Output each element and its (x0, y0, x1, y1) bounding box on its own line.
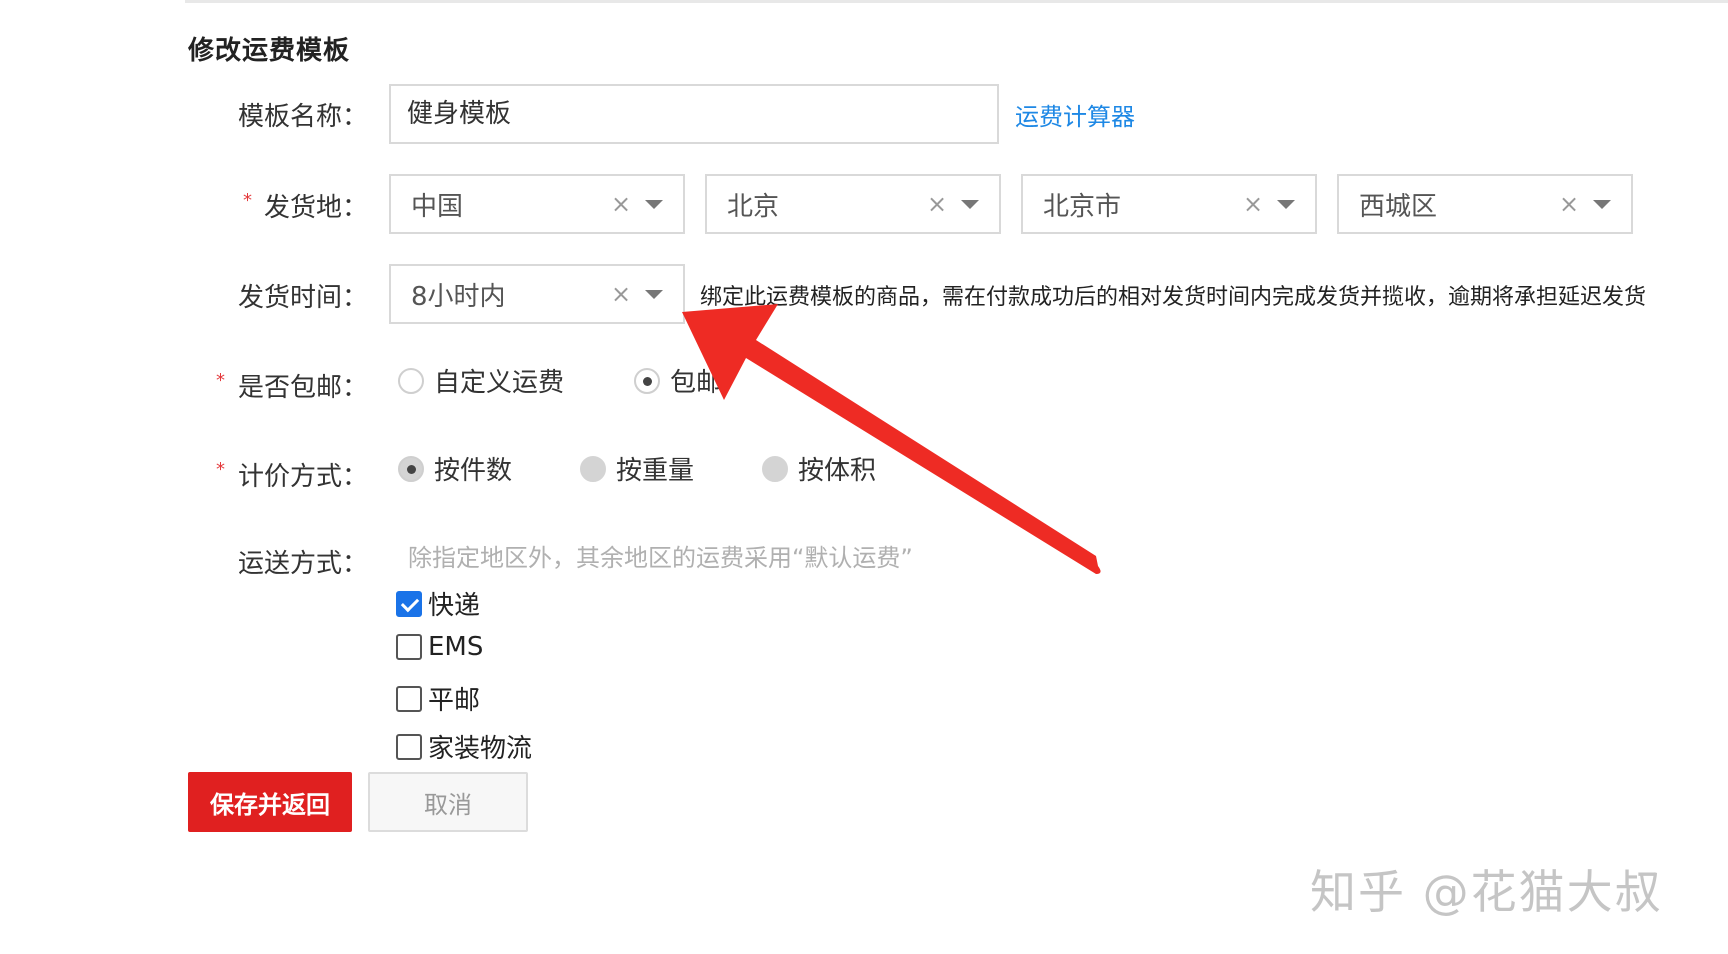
radio-label: 按重量 (616, 456, 695, 486)
freight-calculator-link[interactable]: 运费计算器 (1015, 97, 1135, 132)
free-shipping-radio-group: 自定义运费 包邮 (398, 362, 794, 399)
delivery-label: 运送方式： (237, 549, 368, 579)
checkbox-express[interactable]: 快递 (396, 585, 480, 622)
radio-button-checked-icon[interactable] (398, 455, 424, 482)
watermark: 知乎 @花猫大叔 (1310, 865, 1663, 919)
radio-free-shipping[interactable]: 包邮 (634, 362, 722, 399)
delivery-hint: 除指定地区外，其余地区的运费采用“默认运费” (408, 544, 913, 572)
checkbox-checked-icon[interactable] (396, 590, 422, 617)
pricing-label: 计价方式： (237, 462, 368, 492)
country-select[interactable]: 中国 × (389, 174, 685, 234)
radio-button-checked-icon[interactable] (634, 367, 661, 394)
ship-time-select-value: 8小时内 (411, 281, 506, 312)
radio-custom-freight[interactable]: 自定义运费 (398, 362, 564, 399)
checkbox-icon[interactable] (396, 685, 422, 712)
country-select-value: 中国 (411, 191, 464, 222)
radio-label: 自定义运费 (434, 368, 565, 398)
radio-label: 包邮 (670, 368, 723, 398)
province-select-value: 北京 (727, 191, 780, 222)
clear-icon[interactable]: × (607, 190, 635, 218)
radio-button-icon[interactable] (580, 455, 607, 482)
district-select[interactable]: 西城区 × (1337, 174, 1633, 234)
checkbox-icon[interactable] (396, 634, 422, 660)
template-name-input[interactable]: 健身模板 (389, 84, 999, 144)
free-shipping-label: 是否包邮： (237, 373, 368, 403)
top-divider (185, 0, 1728, 3)
pricing-radio-group: 按件数 按重量 按体积 (398, 450, 948, 487)
caret-down-icon[interactable] (645, 289, 663, 299)
radio-button-icon[interactable] (762, 455, 789, 482)
caret-down-icon[interactable] (1593, 199, 1611, 209)
caret-down-icon[interactable] (1277, 199, 1295, 209)
radio-label: 按体积 (798, 456, 877, 486)
city-select[interactable]: 北京市 × (1021, 174, 1317, 234)
district-select-value: 西城区 (1359, 191, 1438, 222)
checkbox-home-logistics[interactable]: 家装物流 (396, 728, 532, 765)
radio-button-icon[interactable] (398, 367, 424, 394)
ship-time-label: 发货时间： (237, 283, 368, 313)
radio-label: 按件数 (434, 456, 513, 486)
province-select[interactable]: 北京 × (705, 174, 1001, 234)
radio-by-volume[interactable]: 按体积 (762, 450, 876, 487)
checkbox-ems[interactable]: EMS (396, 632, 483, 662)
clear-icon[interactable]: × (1555, 190, 1583, 218)
checkbox-icon[interactable] (396, 733, 422, 760)
save-and-return-button[interactable]: 保存并返回 (188, 772, 352, 832)
ship-time-hint: 绑定此运费模板的商品，需在付款成功后的相对发货时间内完成发货并揽收，逾期将承担延… (700, 285, 1647, 310)
checkbox-surface-mail[interactable]: 平邮 (396, 680, 480, 717)
ship-time-select[interactable]: 8小时内 × (389, 264, 685, 324)
clear-icon[interactable]: × (607, 280, 635, 308)
caret-down-icon[interactable] (961, 199, 979, 209)
template-name-label: 模板名称： (237, 102, 368, 132)
page-title: 修改运费模板 (188, 36, 351, 66)
cancel-button[interactable]: 取消 (368, 772, 528, 832)
ship-from-label: 发货地： (263, 193, 368, 223)
clear-icon[interactable]: × (1239, 190, 1267, 218)
radio-by-piece[interactable]: 按件数 (398, 450, 512, 487)
checkbox-label: 快递 (428, 591, 481, 621)
checkbox-label: 家装物流 (428, 734, 533, 764)
caret-down-icon[interactable] (645, 199, 663, 209)
radio-by-weight[interactable]: 按重量 (580, 450, 694, 487)
city-select-value: 北京市 (1043, 191, 1122, 222)
checkbox-label: 平邮 (428, 686, 481, 716)
clear-icon[interactable]: × (923, 190, 951, 218)
checkbox-label: EMS (428, 632, 484, 662)
